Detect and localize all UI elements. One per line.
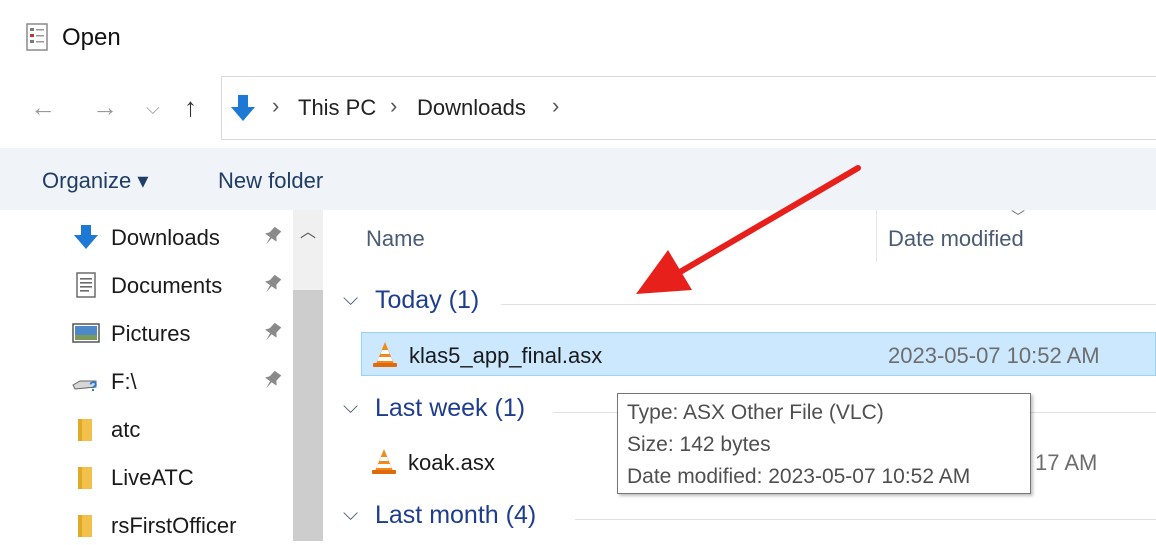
breadcrumb-separator[interactable]: › [272,93,279,119]
title-bar: Open [0,0,1156,76]
document-icon [76,272,96,298]
forward-button[interactable]: → [92,92,118,123]
column-header-name[interactable]: Name [366,226,425,252]
file-info-tooltip: Type: ASX Other File (VLC) Size: 142 byt… [617,393,1031,494]
tooltip-size: Size: 142 bytes [627,433,771,456]
group-header-last-month[interactable]: ⌵ Last month (4) [343,501,1156,537]
column-header-date-modified[interactable]: Date modified [888,226,1024,252]
tooltip-type: Type: ASX Other File (VLC) [627,401,884,424]
sidebar-item-label: F:\ [111,369,137,394]
sidebar-item-atc[interactable]: atc [72,409,292,449]
sidebar-item-label: rsFirstOfficer [111,513,237,538]
file-row[interactable]: klas5_app_final.asx 2023-05-07 10:52 AM [361,332,1156,376]
sidebar-item-downloads[interactable]: Downloads [72,217,292,257]
sidebar-item-pictures[interactable]: Pictures [72,313,292,353]
sidebar-item-label: atc [111,417,141,442]
pin-icon[interactable] [262,368,282,392]
pin-icon[interactable] [262,320,282,344]
recent-locations-button[interactable]: ⌵ [146,98,160,119]
file-date-modified: 17 AM [1035,450,1098,475]
sidebar-item-label: Pictures [111,321,191,346]
breadcrumb-downloads[interactable]: Downloads [417,95,526,121]
window-title: Open [62,24,121,51]
group-header-today[interactable]: ⌵ Today (1) [343,286,1156,322]
group-label: Last month (4) [375,501,537,529]
scroll-up-arrow-icon[interactable]: ︿ [300,218,316,242]
navigation-pane: Downloads Documents Pictures ? F:\ atc L… [0,210,293,541]
file-name: koak.asx [408,450,495,475]
chevron-down-icon[interactable]: ⌵ [343,288,358,311]
pin-icon[interactable] [262,272,282,296]
sidebar-item-label: Downloads [111,225,220,250]
vlc-cone-icon [372,449,396,474]
pictures-icon [72,323,100,343]
sort-chevron-icon: ﹀ [1011,209,1025,225]
folder-icon [78,467,92,489]
folder-icon [78,515,92,537]
up-button[interactable]: ↑ [184,92,197,123]
breadcrumb-separator[interactable]: › [552,93,559,119]
tooltip-date-modified: Date modified: 2023-05-07 10:52 AM [627,465,971,488]
sidebar-item-documents[interactable]: Documents [72,265,292,305]
folder-icon [78,419,92,441]
sidebar-item-f-drive[interactable]: ? F:\ [72,361,292,401]
new-folder-button[interactable]: New folder [218,168,323,194]
pin-icon[interactable] [262,224,282,248]
open-dialog-icon [26,23,48,51]
vlc-cone-icon [373,342,397,367]
file-date-modified: 2023-05-07 10:52 AM [888,343,1100,368]
navigation-bar: ← → ⌵ ↑ › This PC › Downloads › [0,76,1156,148]
nav-scrollbar-thumb[interactable] [293,290,323,541]
download-arrow-icon [231,95,255,121]
back-button[interactable]: ← [30,92,56,123]
svg-text:?: ? [89,378,98,394]
drive-icon: ? [72,378,98,394]
chevron-down-icon[interactable]: ⌵ [343,503,358,526]
download-arrow-icon [74,225,98,249]
file-name: klas5_app_final.asx [409,343,603,368]
chevron-down-icon[interactable]: ⌵ [343,396,358,419]
sidebar-item-rsfirstofficer[interactable]: rsFirstOfficer [72,505,292,545]
sidebar-item-label: Documents [111,273,223,298]
address-bar[interactable]: › This PC › Downloads › [221,76,1156,140]
group-divider [575,519,1156,520]
group-label: Last week (1) [375,394,526,422]
group-label: Today (1) [375,286,480,314]
sidebar-item-label: LiveATC [111,465,194,490]
breadcrumb-this-pc[interactable]: This PC [298,95,376,121]
organize-button[interactable]: Organize ▾ [42,168,148,194]
command-bar: Organize ▾ New folder [0,148,1156,210]
column-divider[interactable] [876,210,877,262]
sidebar-item-liveatc[interactable]: LiveATC [72,457,292,497]
group-divider [501,304,1156,305]
breadcrumb-separator[interactable]: › [390,93,397,119]
